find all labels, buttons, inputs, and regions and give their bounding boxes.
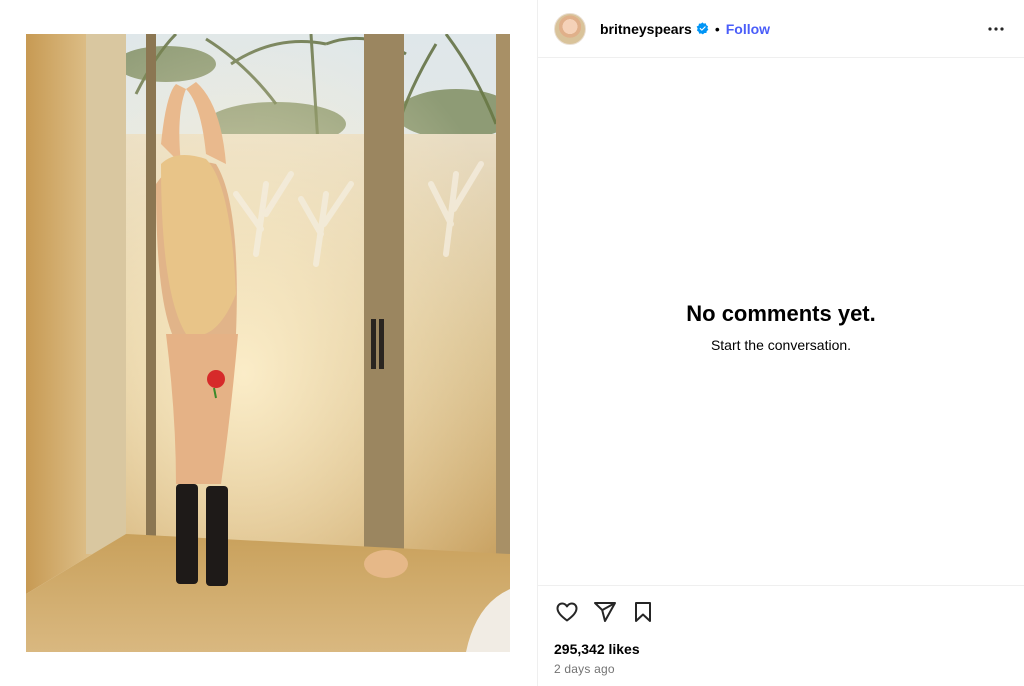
post-header: britneyspears • Follow xyxy=(538,0,1024,58)
side-pane: britneyspears • Follow No comments yet. … xyxy=(537,0,1024,686)
header-separator: • xyxy=(714,20,720,37)
comments-area: No comments yet. Start the conversation. xyxy=(538,58,1024,585)
heart-icon[interactable] xyxy=(554,599,580,625)
post-actions: 295,342 likes 2 days ago xyxy=(538,585,1024,686)
author-avatar[interactable] xyxy=(554,12,586,45)
verified-badge-icon xyxy=(696,22,709,35)
post-photo[interactable] xyxy=(26,34,510,652)
empty-comments-subtitle: Start the conversation. xyxy=(710,336,852,353)
likes-count[interactable]: 295,342 likes xyxy=(554,641,1008,657)
post-timestamp[interactable]: 2 days ago xyxy=(554,662,1008,676)
more-options-icon[interactable] xyxy=(984,17,1008,41)
action-row xyxy=(554,598,1008,626)
post-photo-image xyxy=(26,34,510,652)
empty-comments-title: No comments yet. xyxy=(686,300,876,326)
bookmark-icon[interactable] xyxy=(630,599,656,625)
paper-plane-icon[interactable] xyxy=(592,599,618,625)
follow-button[interactable]: Follow xyxy=(726,21,770,37)
author-username[interactable]: britneyspears xyxy=(600,21,692,37)
media-pane xyxy=(0,0,537,686)
